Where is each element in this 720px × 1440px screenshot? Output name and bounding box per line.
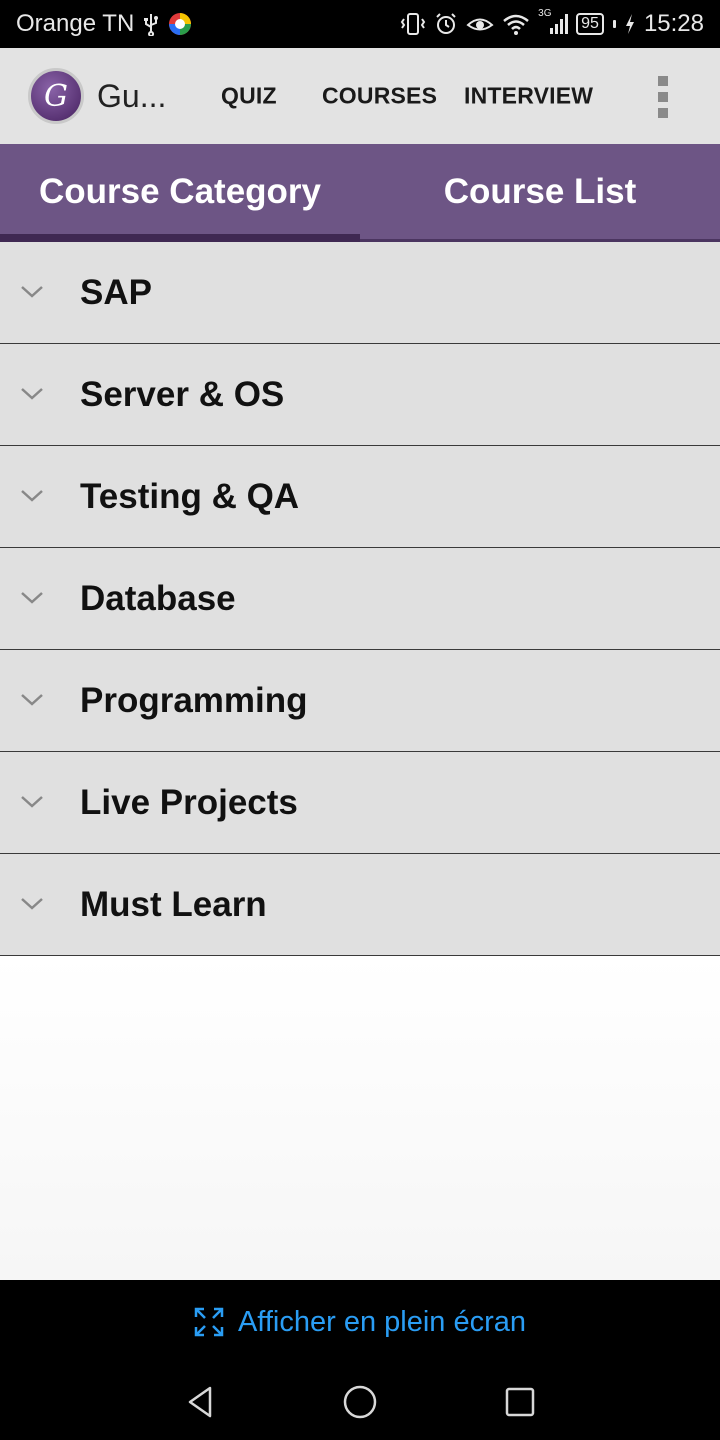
tab-course-list[interactable]: Course List bbox=[360, 144, 720, 239]
category-item-server-os[interactable]: Server & OS bbox=[0, 344, 720, 446]
chevron-down-icon bbox=[21, 693, 43, 706]
chevron-down-icon bbox=[21, 795, 43, 808]
menu-interview[interactable]: INTERVIEW bbox=[464, 83, 593, 110]
recents-button[interactable] bbox=[498, 1380, 542, 1424]
chevron-down-icon bbox=[21, 489, 43, 502]
category-item-testing-qa[interactable]: Testing & QA bbox=[0, 446, 720, 548]
category-item-database[interactable]: Database bbox=[0, 548, 720, 650]
alarm-icon bbox=[434, 12, 458, 36]
chevron-down-icon bbox=[21, 285, 43, 298]
network-type: 3G bbox=[538, 8, 552, 19]
fullscreen-button[interactable]: Afficher en plein écran bbox=[0, 1280, 720, 1364]
category-item-programming[interactable]: Programming bbox=[0, 650, 720, 752]
category-list: SAP Server & OS Testing & QA Database Pr… bbox=[0, 242, 720, 956]
expand-icon bbox=[194, 1307, 224, 1337]
fullscreen-label: Afficher en plein écran bbox=[237, 1305, 527, 1338]
back-triangle-icon bbox=[188, 1386, 212, 1418]
chevron-down-icon bbox=[21, 897, 43, 910]
clock: 15:28 bbox=[643, 10, 704, 37]
wifi-icon bbox=[502, 12, 530, 36]
category-label: Database bbox=[80, 578, 236, 618]
battery-tip bbox=[612, 20, 616, 28]
active-tab-indicator bbox=[0, 234, 360, 242]
battery-level: 95 bbox=[581, 15, 599, 32]
eye-comfort-icon bbox=[466, 12, 494, 36]
charging-icon bbox=[624, 12, 636, 36]
back-button[interactable] bbox=[178, 1380, 222, 1424]
recents-square-icon bbox=[505, 1387, 535, 1417]
empty-content-area bbox=[0, 956, 720, 1280]
category-item-must-learn[interactable]: Must Learn bbox=[0, 854, 720, 956]
chevron-down-icon bbox=[21, 387, 43, 400]
overflow-menu-icon[interactable] bbox=[656, 76, 670, 118]
app-title: Gu... bbox=[97, 77, 167, 114]
system-nav-bar bbox=[0, 1364, 720, 1440]
category-label: Server & OS bbox=[80, 374, 285, 414]
app-bar: G Gu... QUIZ COURSES INTERVIEW bbox=[0, 48, 720, 144]
category-label: Programming bbox=[80, 680, 308, 720]
home-button[interactable] bbox=[338, 1380, 382, 1424]
category-item-live-projects[interactable]: Live Projects bbox=[0, 752, 720, 854]
status-bar: Orange TN 3G 95 15:28 bbox=[0, 0, 720, 48]
tab-bar: Course Category Course List bbox=[0, 144, 720, 242]
category-label: Testing & QA bbox=[80, 476, 300, 516]
home-circle-icon bbox=[343, 1385, 377, 1419]
menu-quiz[interactable]: QUIZ bbox=[221, 83, 277, 110]
category-label: Live Projects bbox=[80, 782, 298, 822]
battery-indicator: 95 bbox=[576, 13, 604, 35]
chevron-down-icon bbox=[21, 591, 43, 604]
carrier-name: Orange TN bbox=[16, 10, 135, 37]
vibrate-icon bbox=[400, 12, 426, 36]
app-logo[interactable]: G bbox=[28, 68, 84, 124]
menu-courses[interactable]: COURSES bbox=[322, 83, 437, 110]
category-label: SAP bbox=[80, 272, 152, 312]
status-right: 3G 95 15:28 bbox=[400, 8, 704, 38]
tab-course-category[interactable]: Course Category bbox=[0, 144, 360, 239]
usb-icon bbox=[142, 12, 160, 36]
category-label: Must Learn bbox=[80, 884, 267, 924]
app-notification-icon bbox=[168, 12, 192, 36]
status-left: Orange TN bbox=[16, 10, 192, 38]
signal-icon: 3G bbox=[538, 8, 569, 36]
category-item-sap[interactable]: SAP bbox=[0, 242, 720, 344]
